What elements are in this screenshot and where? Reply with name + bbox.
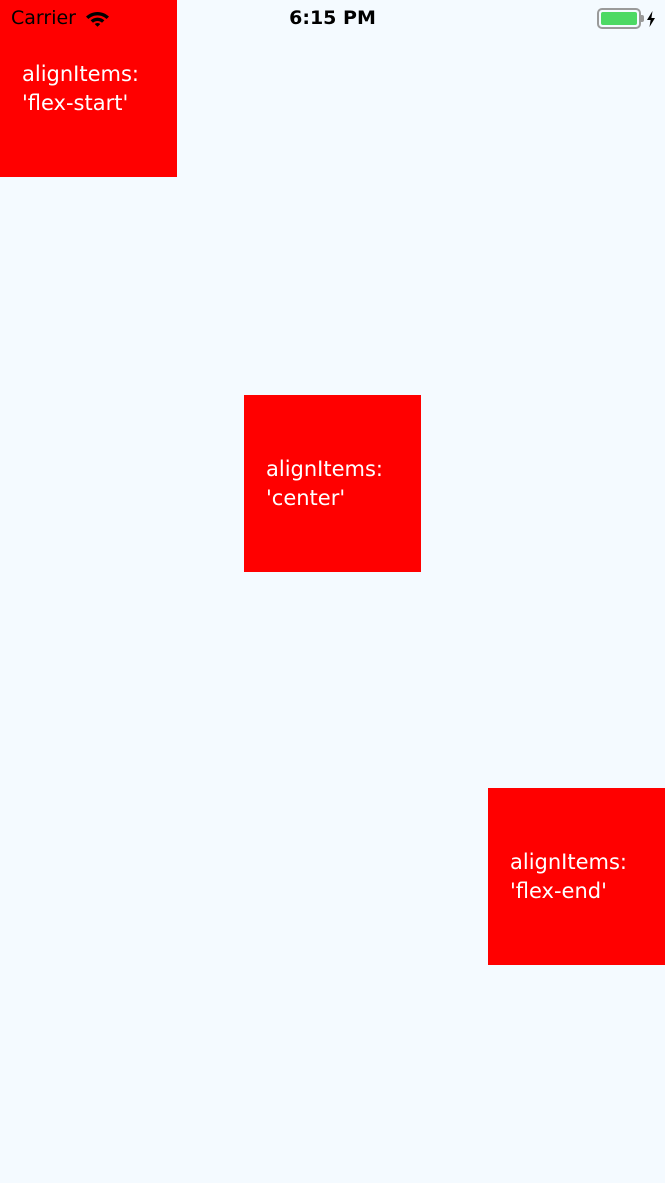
status-bar: Carrier 6:15 PM [0,0,665,38]
center-label: alignItems: 'center' [266,457,383,510]
flex-end-box: alignItems: 'flex-end' [488,788,665,965]
battery-fill [601,12,637,25]
flex-end-label: alignItems: 'flex-end' [510,850,627,903]
center-box: alignItems: 'center' [244,395,421,572]
charging-bolt-icon [647,10,655,27]
flex-start-label: alignItems: 'flex-start' [22,62,139,115]
status-right [597,8,656,29]
battery-icon [597,8,644,29]
battery-nub [641,15,644,22]
clock: 6:15 PM [289,7,376,29]
